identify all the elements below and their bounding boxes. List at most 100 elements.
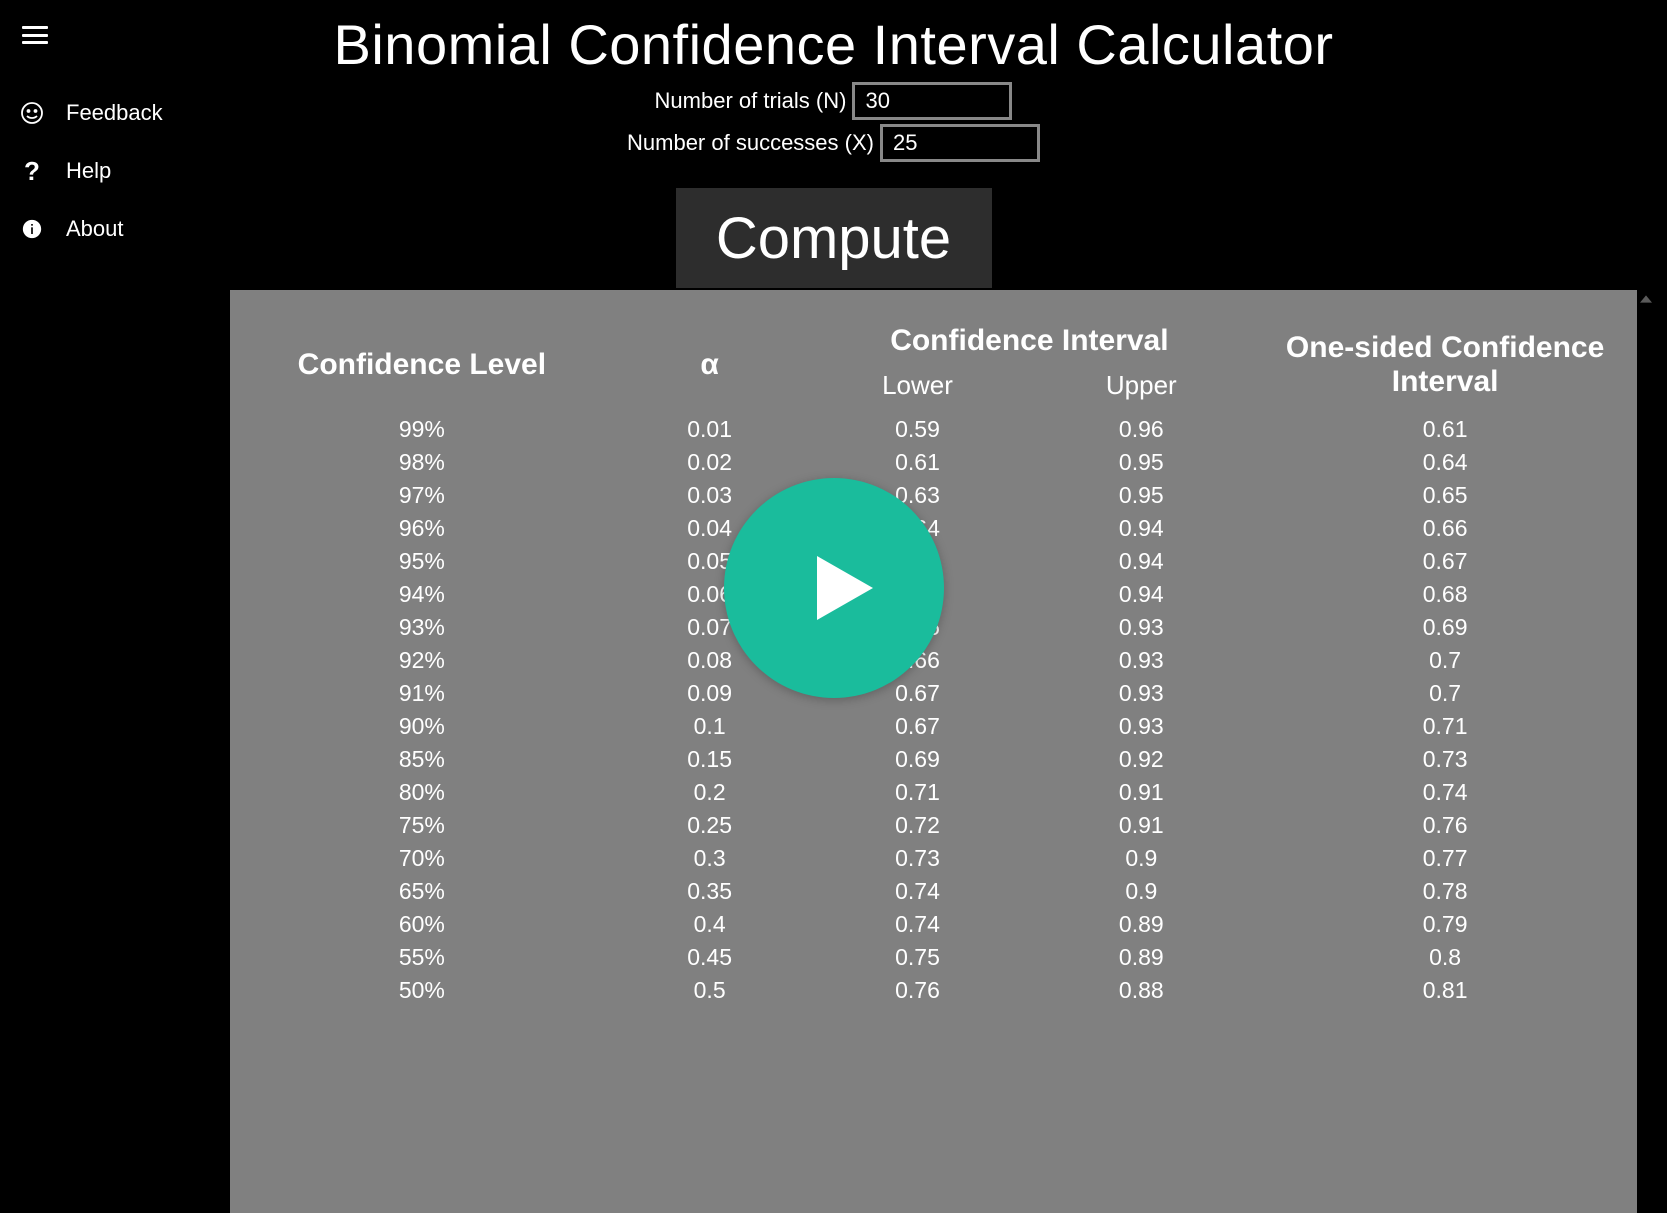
table-row: 50%0.50.760.880.81 <box>230 974 1637 1007</box>
cell-level: 94% <box>230 578 614 611</box>
results-table: Confidence Level α Confidence Interval O… <box>230 316 1637 1007</box>
trials-input[interactable] <box>852 82 1012 120</box>
cell-alpha: 0.15 <box>614 743 806 776</box>
cell-upper: 0.93 <box>1029 710 1253 743</box>
scrollbar-up-arrow[interactable] <box>1637 290 1655 308</box>
cell-one: 0.68 <box>1253 578 1637 611</box>
cell-upper: 0.94 <box>1029 545 1253 578</box>
table-row: 70%0.30.730.90.77 <box>230 842 1637 875</box>
play-icon <box>801 548 881 628</box>
compute-button[interactable]: Compute <box>676 188 992 288</box>
table-row: 91%0.090.670.930.7 <box>230 677 1637 710</box>
page-title: Binomial Confidence Interval Calculator <box>0 12 1667 77</box>
cell-upper: 0.95 <box>1029 446 1253 479</box>
results-panel: Confidence Level α Confidence Interval O… <box>230 290 1637 1213</box>
cell-one: 0.76 <box>1253 809 1637 842</box>
table-row: 75%0.250.720.910.76 <box>230 809 1637 842</box>
sidebar-item-label: About <box>66 216 124 242</box>
cell-one: 0.78 <box>1253 875 1637 908</box>
table-row: 90%0.10.670.930.71 <box>230 710 1637 743</box>
table-row: 80%0.20.710.910.74 <box>230 776 1637 809</box>
cell-one: 0.79 <box>1253 908 1637 941</box>
trials-label: Number of trials (N) <box>655 88 847 114</box>
sidebar-item-about[interactable]: About <box>0 200 180 258</box>
cell-alpha: 0.25 <box>614 809 806 842</box>
cell-upper: 0.88 <box>1029 974 1253 1007</box>
cell-lower: 0.59 <box>806 413 1030 446</box>
cell-level: 70% <box>230 842 614 875</box>
cell-alpha: 0.2 <box>614 776 806 809</box>
table-row: 65%0.350.740.90.78 <box>230 875 1637 908</box>
table-row: 55%0.450.750.890.8 <box>230 941 1637 974</box>
cell-one: 0.61 <box>1253 413 1637 446</box>
cell-one: 0.81 <box>1253 974 1637 1007</box>
cell-upper: 0.89 <box>1029 941 1253 974</box>
cell-upper: 0.94 <box>1029 578 1253 611</box>
cell-alpha: 0.35 <box>614 875 806 908</box>
cell-alpha: 0.3 <box>614 842 806 875</box>
cell-upper: 0.93 <box>1029 644 1253 677</box>
cell-lower: 0.75 <box>806 941 1030 974</box>
cell-level: 65% <box>230 875 614 908</box>
cell-one: 0.65 <box>1253 479 1637 512</box>
cell-lower: 0.72 <box>806 809 1030 842</box>
cell-level: 90% <box>230 710 614 743</box>
cell-level: 50% <box>230 974 614 1007</box>
cell-one: 0.7 <box>1253 677 1637 710</box>
cell-alpha: 0.02 <box>614 446 806 479</box>
cell-one: 0.73 <box>1253 743 1637 776</box>
cell-lower: 0.61 <box>806 446 1030 479</box>
cell-one: 0.8 <box>1253 941 1637 974</box>
cell-lower: 0.76 <box>806 974 1030 1007</box>
cell-one: 0.67 <box>1253 545 1637 578</box>
cell-one: 0.7 <box>1253 644 1637 677</box>
cell-alpha: 0.5 <box>614 974 806 1007</box>
cell-alpha: 0.4 <box>614 908 806 941</box>
trials-row: Number of trials (N) <box>0 82 1667 120</box>
col-one-sided: One-sided Confidence Interval <box>1253 316 1637 413</box>
cell-one: 0.77 <box>1253 842 1637 875</box>
cell-level: 96% <box>230 512 614 545</box>
table-row: 97%0.030.630.950.65 <box>230 479 1637 512</box>
cell-one: 0.66 <box>1253 512 1637 545</box>
cell-upper: 0.89 <box>1029 908 1253 941</box>
cell-alpha: 0.45 <box>614 941 806 974</box>
cell-upper: 0.91 <box>1029 776 1253 809</box>
cell-level: 97% <box>230 479 614 512</box>
cell-upper: 0.91 <box>1029 809 1253 842</box>
cell-alpha: 0.01 <box>614 413 806 446</box>
info-icon <box>20 217 44 241</box>
cell-lower: 0.73 <box>806 842 1030 875</box>
cell-upper: 0.92 <box>1029 743 1253 776</box>
cell-level: 93% <box>230 611 614 644</box>
col-ci: Confidence Interval <box>806 316 1254 366</box>
play-button[interactable] <box>724 478 944 698</box>
cell-level: 99% <box>230 413 614 446</box>
cell-level: 60% <box>230 908 614 941</box>
cell-lower: 0.74 <box>806 908 1030 941</box>
cell-alpha: 0.1 <box>614 710 806 743</box>
col-lower: Lower <box>806 366 1030 413</box>
cell-upper: 0.95 <box>1029 479 1253 512</box>
cell-one: 0.64 <box>1253 446 1637 479</box>
table-row: 85%0.150.690.920.73 <box>230 743 1637 776</box>
successes-input[interactable] <box>880 124 1040 162</box>
cell-upper: 0.94 <box>1029 512 1253 545</box>
table-row: 99%0.010.590.960.61 <box>230 413 1637 446</box>
question-icon: ? <box>20 159 44 183</box>
cell-upper: 0.9 <box>1029 875 1253 908</box>
col-alpha: α <box>614 316 806 413</box>
table-row: 96%0.040.640.940.66 <box>230 512 1637 545</box>
cell-upper: 0.96 <box>1029 413 1253 446</box>
cell-level: 91% <box>230 677 614 710</box>
cell-upper: 0.93 <box>1029 611 1253 644</box>
table-row: 92%0.080.660.930.7 <box>230 644 1637 677</box>
cell-level: 75% <box>230 809 614 842</box>
cell-lower: 0.71 <box>806 776 1030 809</box>
table-row: 60%0.40.740.890.79 <box>230 908 1637 941</box>
table-row: 98%0.020.610.950.64 <box>230 446 1637 479</box>
cell-lower: 0.69 <box>806 743 1030 776</box>
cell-lower: 0.67 <box>806 710 1030 743</box>
cell-level: 92% <box>230 644 614 677</box>
col-confidence-level: Confidence Level <box>230 316 614 413</box>
